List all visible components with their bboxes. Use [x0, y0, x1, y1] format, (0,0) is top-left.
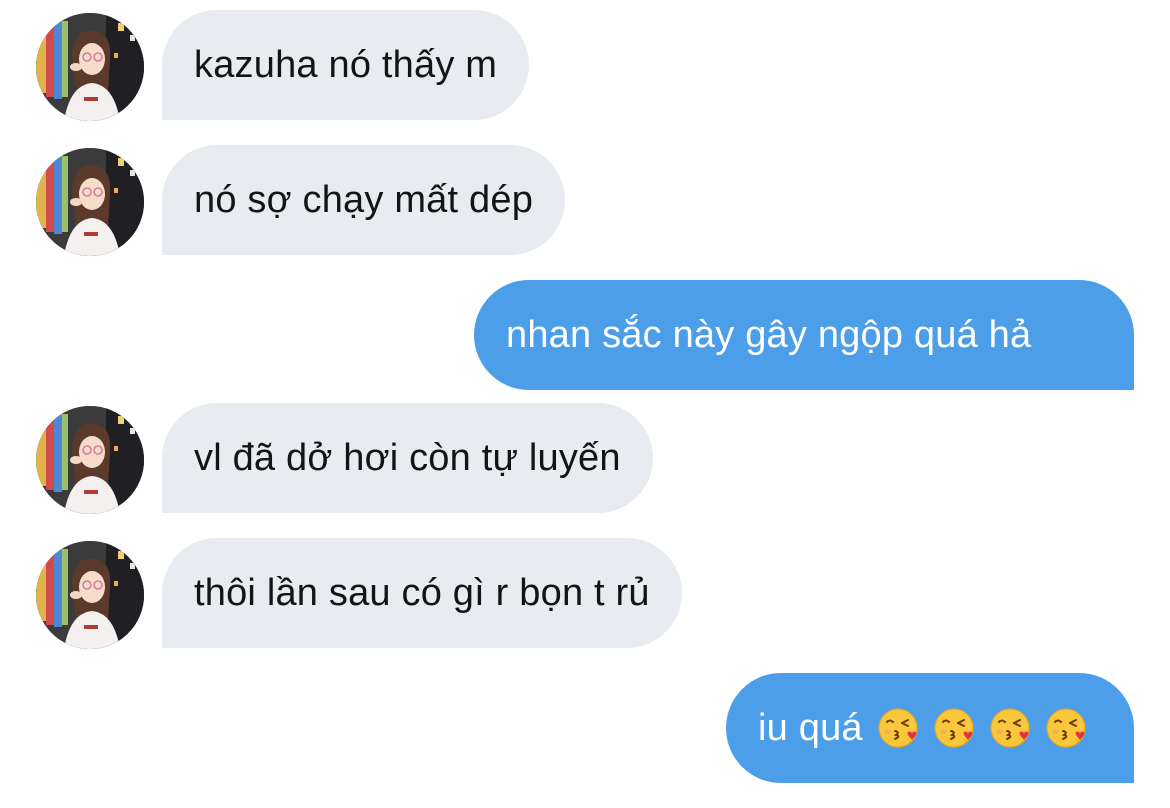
face-blowing-a-kiss-icon: [933, 708, 974, 748]
incoming-message-bubble[interactable]: kazuha nó thấy m: [162, 10, 530, 120]
face-blowing-a-kiss-icon: [989, 708, 1030, 748]
message-text: thôi lần sau có gì r bọn t rủ: [194, 571, 650, 614]
avatar[interactable]: [36, 541, 144, 649]
outgoing-message-bubble[interactable]: iu quá: [726, 673, 1134, 783]
message-text: vl đã dở hơi còn tự luyến: [194, 436, 621, 479]
avatar[interactable]: [36, 13, 144, 121]
face-blowing-a-kiss-icon: [1045, 708, 1086, 748]
message-text: kazuha nó thấy m: [194, 43, 498, 86]
avatar[interactable]: [36, 406, 144, 514]
avatar[interactable]: [36, 148, 144, 256]
face-blowing-a-kiss-icon: [877, 708, 918, 748]
incoming-message-bubble[interactable]: vl đã dở hơi còn tự luyến: [162, 403, 653, 513]
message-text: iu quá: [758, 706, 863, 749]
outgoing-message-bubble[interactable]: nhan sắc này gây ngộp quá hả: [474, 280, 1134, 390]
incoming-message-bubble[interactable]: thôi lần sau có gì r bọn t rủ: [162, 538, 682, 648]
emoji-group: [877, 707, 1087, 749]
message-text: nhan sắc này gây ngộp quá hả: [506, 313, 1032, 356]
message-text: nó sợ chạy mất dép: [194, 178, 534, 221]
incoming-message-bubble[interactable]: nó sợ chạy mất dép: [162, 145, 566, 255]
